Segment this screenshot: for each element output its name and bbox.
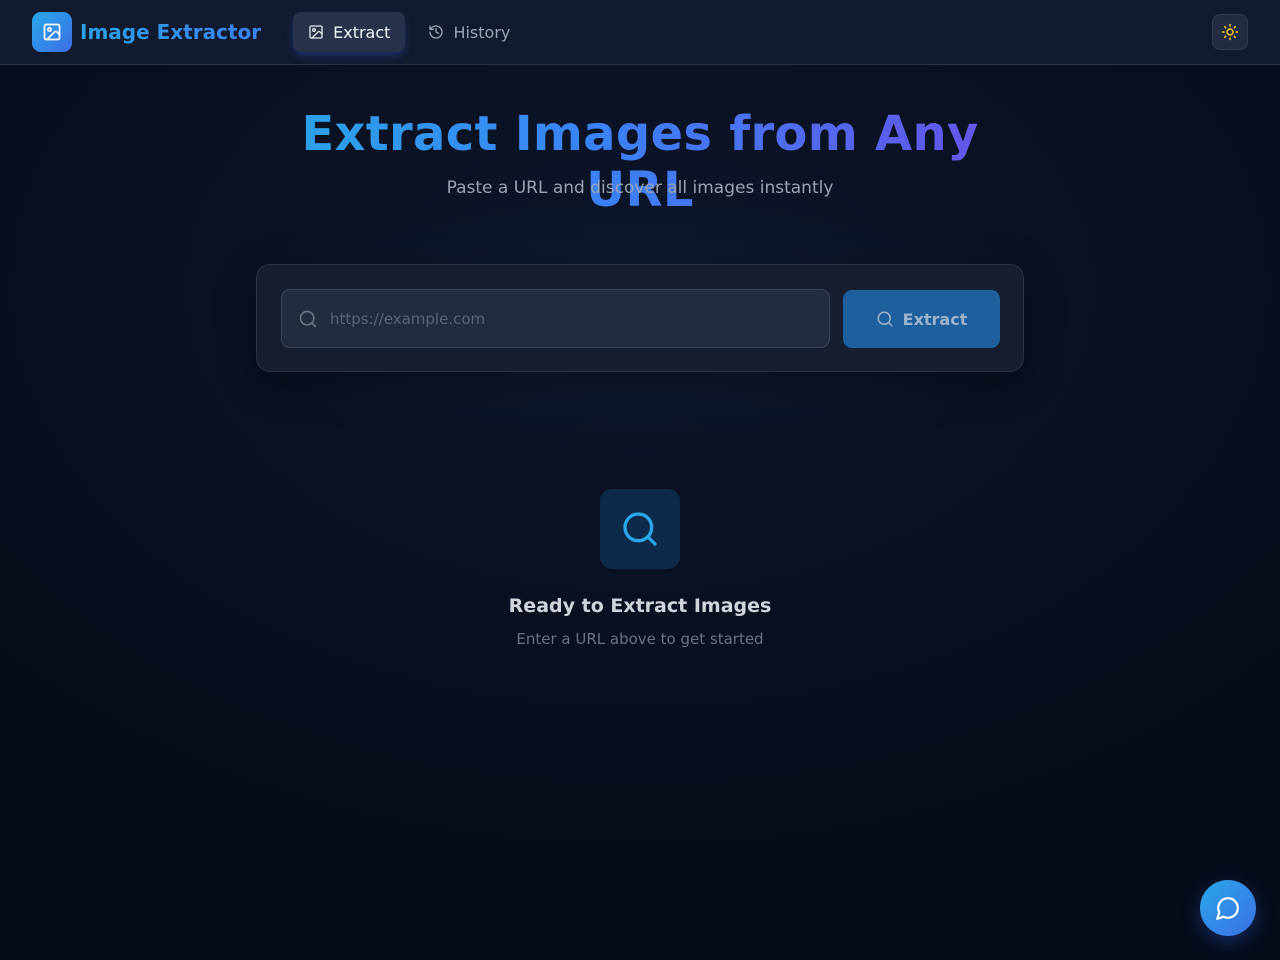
sun-icon [1221, 23, 1239, 41]
chat-button[interactable] [1200, 880, 1256, 936]
theme-toggle-button[interactable] [1212, 14, 1248, 50]
image-icon [32, 12, 72, 52]
url-search-card: Extract [256, 264, 1024, 372]
url-input-wrapper[interactable] [281, 289, 830, 348]
brand[interactable]: Image Extractor [32, 12, 261, 52]
empty-state-subtitle: Enter a URL above to get started [516, 630, 764, 648]
image-icon [309, 25, 323, 39]
app-header: Image Extractor Extract History [0, 0, 1280, 65]
nav-item-label: Extract [333, 22, 391, 42]
extract-button[interactable]: Extract [843, 290, 1000, 348]
nav-item-extract[interactable]: Extract [293, 12, 406, 52]
url-input[interactable] [330, 290, 820, 347]
extract-button-label: Extract [902, 309, 968, 329]
history-icon [429, 25, 444, 39]
page-title: Extract Images from Any URL [240, 106, 1040, 218]
empty-state-icon [600, 489, 680, 569]
search-icon [877, 311, 893, 327]
main-nav: Extract History [293, 12, 533, 52]
app-title: Image Extractor [80, 20, 262, 44]
search-icon [299, 310, 317, 328]
search-icon [623, 512, 657, 546]
nav-item-label: History [453, 22, 511, 42]
chat-bubble-icon [1216, 897, 1239, 920]
nav-item-history[interactable]: History [413, 12, 525, 52]
empty-state-title: Ready to Extract Images [508, 595, 772, 617]
page-subtitle: Paste a URL and discover all images inst… [446, 178, 834, 198]
